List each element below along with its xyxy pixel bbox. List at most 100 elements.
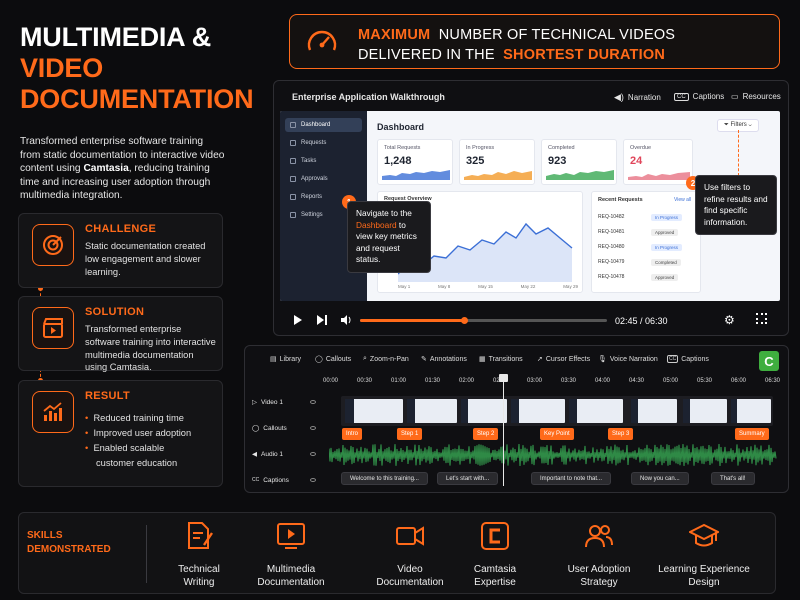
player-controls: 02:45 / 06:30 ⚙ [274, 308, 788, 334]
result-heading: RESULT [85, 390, 130, 402]
track-video-1[interactable]: ▷ Video 1 [248, 392, 323, 412]
target-icon [32, 224, 74, 266]
view-all-link[interactable]: View all [674, 197, 691, 203]
skills-section: SKILLS DEMONSTRATED Technical Writing Mult… [18, 512, 776, 594]
track-callouts[interactable]: ◯ Callouts [248, 418, 323, 438]
graduation-cap-icon [687, 523, 721, 547]
skill-learning-experience-design: Learning Experience Design [646, 521, 762, 589]
camtasia-icon [481, 522, 509, 550]
caption-clip[interactable]: Welcome to this training... [341, 472, 428, 485]
callout-marker[interactable]: Step 1 [397, 428, 423, 440]
tool-captions[interactable]: CC Captions [667, 355, 709, 363]
request-row[interactable]: REQ-10481 Approved [598, 229, 696, 239]
callout-marker[interactable]: Summary [735, 428, 769, 440]
progress-track[interactable] [360, 317, 607, 324]
divider [146, 525, 147, 583]
sidebar-item-approvals[interactable]: Approvals [285, 172, 362, 186]
request-row[interactable]: REQ-10482 In Progress [598, 214, 696, 224]
banner-highlight: MAXIMUM [358, 27, 431, 43]
playhead-handle[interactable] [499, 374, 508, 382]
timeline-tick: 04:00 [595, 378, 611, 384]
kpi-sparkline [382, 170, 450, 180]
timeline-tick: 06:30 [765, 378, 781, 384]
solution-text: Transformed enterprise software training… [85, 324, 216, 373]
kpi-card: Total Requests 1,248 [377, 139, 453, 185]
callout-marker[interactable]: Step 2 [473, 428, 499, 440]
library-icon: ▤ [270, 356, 277, 363]
narration-control[interactable]: ◀) Narration [614, 92, 661, 103]
video-clapper-icon [32, 307, 74, 349]
audio-waveform[interactable] [329, 444, 777, 466]
play-outline-icon: ▷ [252, 399, 257, 406]
banner-text: MAXIMUM NUMBER OF TECHNICAL VIDEOS DELIV… [358, 25, 675, 65]
challenge-heading: CHALLENGE [85, 223, 157, 235]
result-item: • Improved user adoption [85, 428, 192, 438]
speaker-icon: ◀ [252, 451, 257, 458]
tool-zoom-n-pan[interactable]: ⌕ Zoom-n-Pan [363, 355, 409, 363]
playhead[interactable] [503, 376, 504, 486]
callout-marker[interactable]: Key Point [540, 428, 574, 440]
captions-control[interactable]: CC Captions [674, 92, 724, 101]
track-captions[interactable]: CC Captions [248, 470, 323, 490]
book-icon: ▭ [731, 92, 739, 101]
timeline-tick: 04:30 [629, 378, 645, 384]
title-line-3: DOCUMENTATION [20, 84, 254, 114]
caption-clip[interactable]: That's all! [711, 472, 755, 485]
request-row[interactable]: REQ-10478 Approved [598, 274, 696, 284]
sidebar-item-tasks[interactable]: Tasks [285, 154, 362, 168]
users-icon [585, 525, 613, 548]
video-thumbnails [345, 399, 771, 423]
request-row[interactable]: REQ-10480 In Progress [598, 244, 696, 254]
annotation-icon: ✎ [421, 356, 427, 363]
sidebar-item-dashboard[interactable]: Dashboard [285, 118, 362, 132]
intro-bold: Camtasia [83, 163, 129, 175]
sidebar-item-requests[interactable]: Requests [285, 136, 362, 150]
tool-annotations[interactable]: ✎ Annotations [421, 355, 467, 364]
tool-library[interactable]: ▤ Library [270, 355, 301, 364]
hero-title: MULTIMEDIA & VIDEO DOCUMENTATION [20, 22, 254, 115]
volume-icon[interactable] [340, 314, 352, 326]
caption-clip[interactable]: Let's start with... [437, 472, 499, 485]
request-row[interactable]: REQ-10479 Completed [598, 259, 696, 269]
play-icon[interactable] [293, 314, 303, 326]
caption-clip[interactable]: Now you can... [631, 472, 689, 485]
dashboard-title: Dashboard [377, 122, 425, 132]
kpi-sparkline [546, 170, 614, 180]
callout-tip-2: Use filters to refine results and find s… [695, 175, 777, 235]
recent-requests-title: Recent Requests [598, 197, 643, 203]
eye-icon[interactable] [310, 452, 316, 456]
cursor-icon: ➚ [537, 356, 543, 363]
callout-marker[interactable]: Step 3 [608, 428, 634, 440]
tool-callouts[interactable]: ◯ Callouts [315, 355, 351, 364]
eye-icon[interactable] [310, 400, 316, 404]
monitor-play-icon [277, 523, 305, 549]
intro-paragraph: Transformed enterprise software training… [20, 135, 225, 203]
progress-fill [360, 319, 464, 322]
tool-voice-narration[interactable]: 🎙 Voice Narration [598, 355, 658, 364]
progress-handle[interactable] [460, 317, 468, 324]
callout-marker[interactable]: Intro [342, 428, 363, 440]
banner-text-2: DELIVERED IN THE [358, 47, 495, 63]
skill-technical-writing: Technical Writing [149, 521, 249, 589]
tool-transitions[interactable]: ▦ Transitions [479, 355, 523, 364]
camtasia-logo-icon: C [759, 351, 779, 371]
fullscreen-icon[interactable] [756, 313, 767, 324]
zoom-icon: ⌕ [363, 355, 367, 362]
challenge-text: Static documentation created low engagem… [85, 241, 206, 277]
callout-icon: ◯ [315, 356, 323, 363]
timeline-tick: 02:00 [459, 378, 475, 384]
skip-next-icon[interactable] [316, 314, 328, 326]
eye-icon[interactable] [310, 478, 316, 482]
video-clip-strip[interactable] [341, 396, 773, 426]
settings-gear-icon[interactable]: ⚙ [724, 313, 735, 327]
video-editor: ▤ Library ◯ Callouts ⌕ Zoom-n-Pan ✎ Annotati… [244, 345, 789, 493]
timeline-tick: 01:00 [391, 378, 407, 384]
track-audio-1[interactable]: ◀ Audio 1 [248, 444, 323, 464]
timeline-tick: 03:00 [527, 378, 543, 384]
cc-icon: CC [667, 355, 679, 363]
eye-icon[interactable] [310, 426, 316, 430]
resources-control[interactable]: ▭ Resources [731, 92, 781, 101]
kpi-card: Overdue 24 [623, 139, 693, 185]
tool-cursor-effects[interactable]: ➚ Cursor Effects [537, 355, 590, 364]
caption-clip[interactable]: Important to note that... [531, 472, 612, 485]
